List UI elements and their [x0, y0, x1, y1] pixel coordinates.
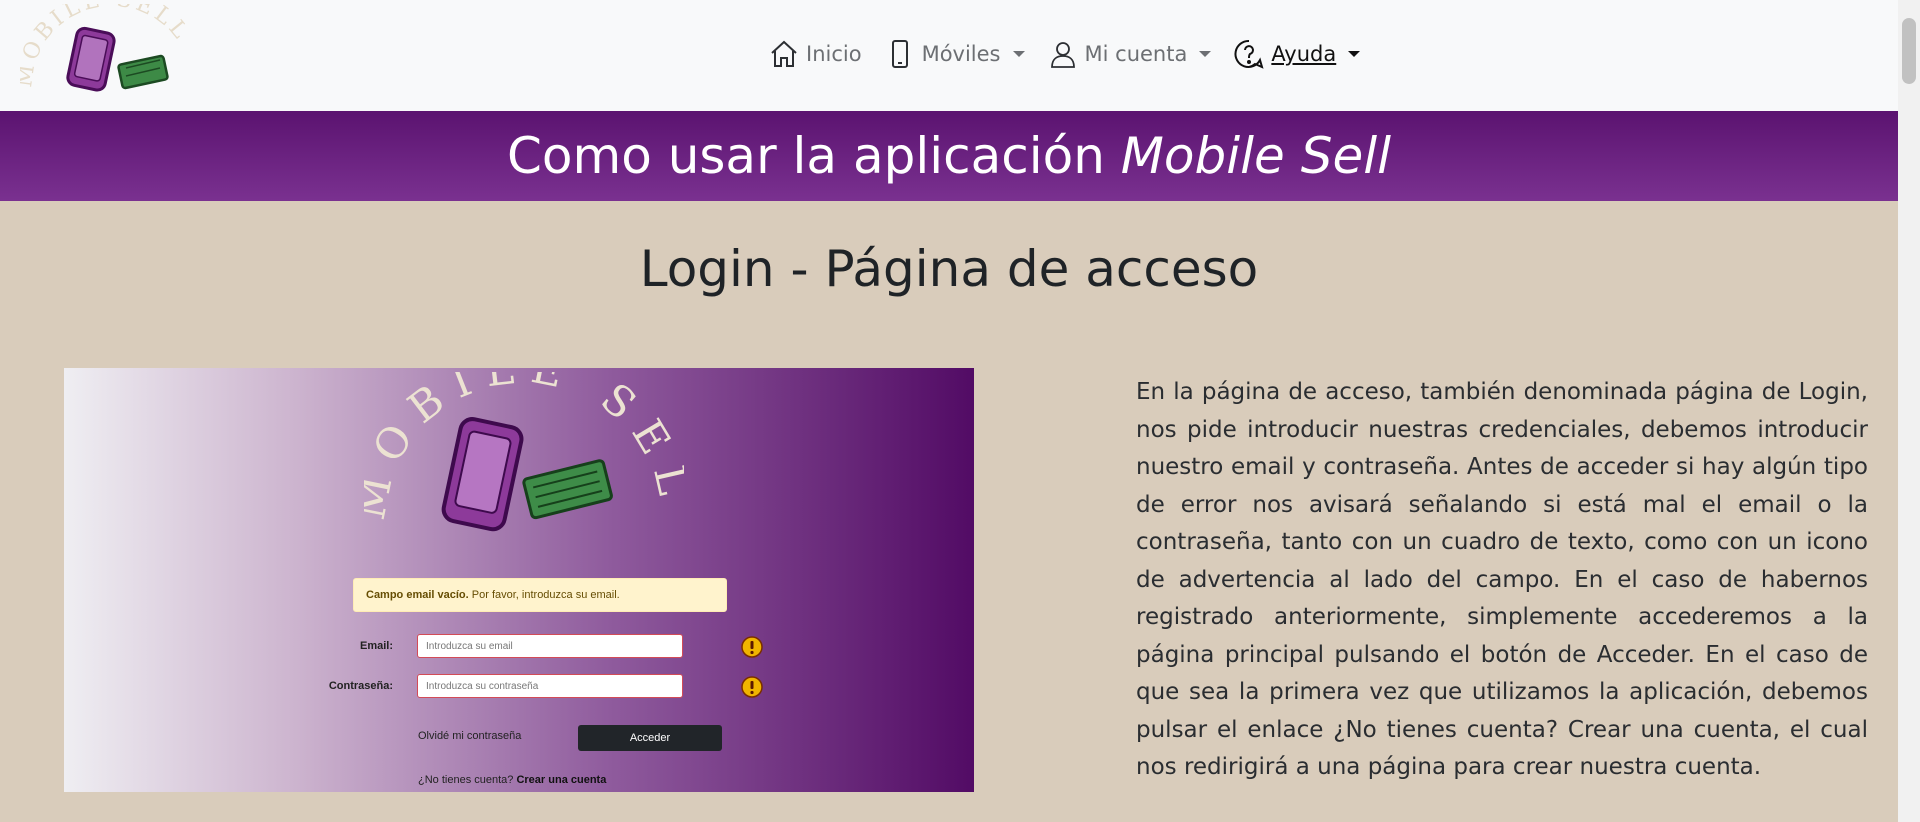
- chevron-down-icon: [1012, 51, 1025, 57]
- alert-text: Por favor, introduzca su email.: [468, 589, 620, 601]
- nav-mi-cuenta[interactable]: Mi cuenta: [1047, 38, 1212, 70]
- forgot-password-link[interactable]: Olvidé mi contraseña: [418, 730, 521, 742]
- home-icon: [771, 40, 797, 67]
- email-field[interactable]: [417, 634, 683, 658]
- nav-moviles[interactable]: Móviles: [884, 38, 1025, 70]
- email-label: Email:: [359, 640, 393, 652]
- nav-moviles-label: Móviles: [921, 42, 1001, 66]
- password-label: Contraseña:: [328, 680, 393, 692]
- signup-prompt: ¿No tienes cuenta? Crear una cuenta: [418, 774, 606, 786]
- login-screenshot: MOBILE SELL Campo email vacío. Por favor…: [64, 368, 974, 792]
- user-icon: [1050, 42, 1075, 68]
- password-field[interactable]: [417, 674, 683, 698]
- error-alert: Campo email vacío. Por favor, introduzca…: [353, 578, 727, 612]
- banner-app-name: Mobile Sell: [1120, 127, 1391, 185]
- page-banner: Como usar la aplicación Mobile Sell: [0, 111, 1898, 201]
- svg-text:MOBILE SELL: MOBILE SELL: [364, 372, 684, 524]
- help-icon: [1234, 39, 1264, 69]
- chevron-down-icon: [1199, 51, 1212, 57]
- mobile-sell-logo: MOBILE SELL: [364, 372, 684, 532]
- top-navbar: MOBILE SELL Inicio Móviles Mi: [0, 0, 1898, 111]
- banner-title-prefix: Como usar la aplicación: [507, 127, 1121, 185]
- section-title: Login - Página de acceso: [639, 240, 1259, 298]
- phone-icon: [891, 40, 908, 68]
- section-description: En la página de acceso, también denomina…: [1136, 379, 1868, 780]
- nav-mi-cuenta-label: Mi cuenta: [1084, 42, 1188, 66]
- nav-ayuda-label: Ayuda: [1271, 42, 1337, 66]
- nav-ayuda[interactable]: Ayuda: [1233, 38, 1361, 70]
- alert-strong-text: Campo email vacío.: [366, 589, 469, 601]
- warning-icon: [741, 676, 763, 698]
- nav-inicio[interactable]: Inicio: [768, 38, 862, 70]
- acceder-button[interactable]: Acceder: [578, 725, 722, 751]
- page-scrollbar[interactable]: [1898, 0, 1920, 822]
- chevron-down-icon: [1348, 51, 1361, 57]
- mobile-sell-logo[interactable]: MOBILE SELL: [20, 4, 200, 104]
- signup-prompt-text: ¿No tienes cuenta?: [418, 774, 517, 786]
- create-account-link[interactable]: Crear una cuenta: [516, 774, 606, 786]
- scrollbar-thumb[interactable]: [1902, 18, 1916, 84]
- warning-icon: [741, 636, 763, 658]
- nav-inicio-label: Inicio: [806, 42, 862, 66]
